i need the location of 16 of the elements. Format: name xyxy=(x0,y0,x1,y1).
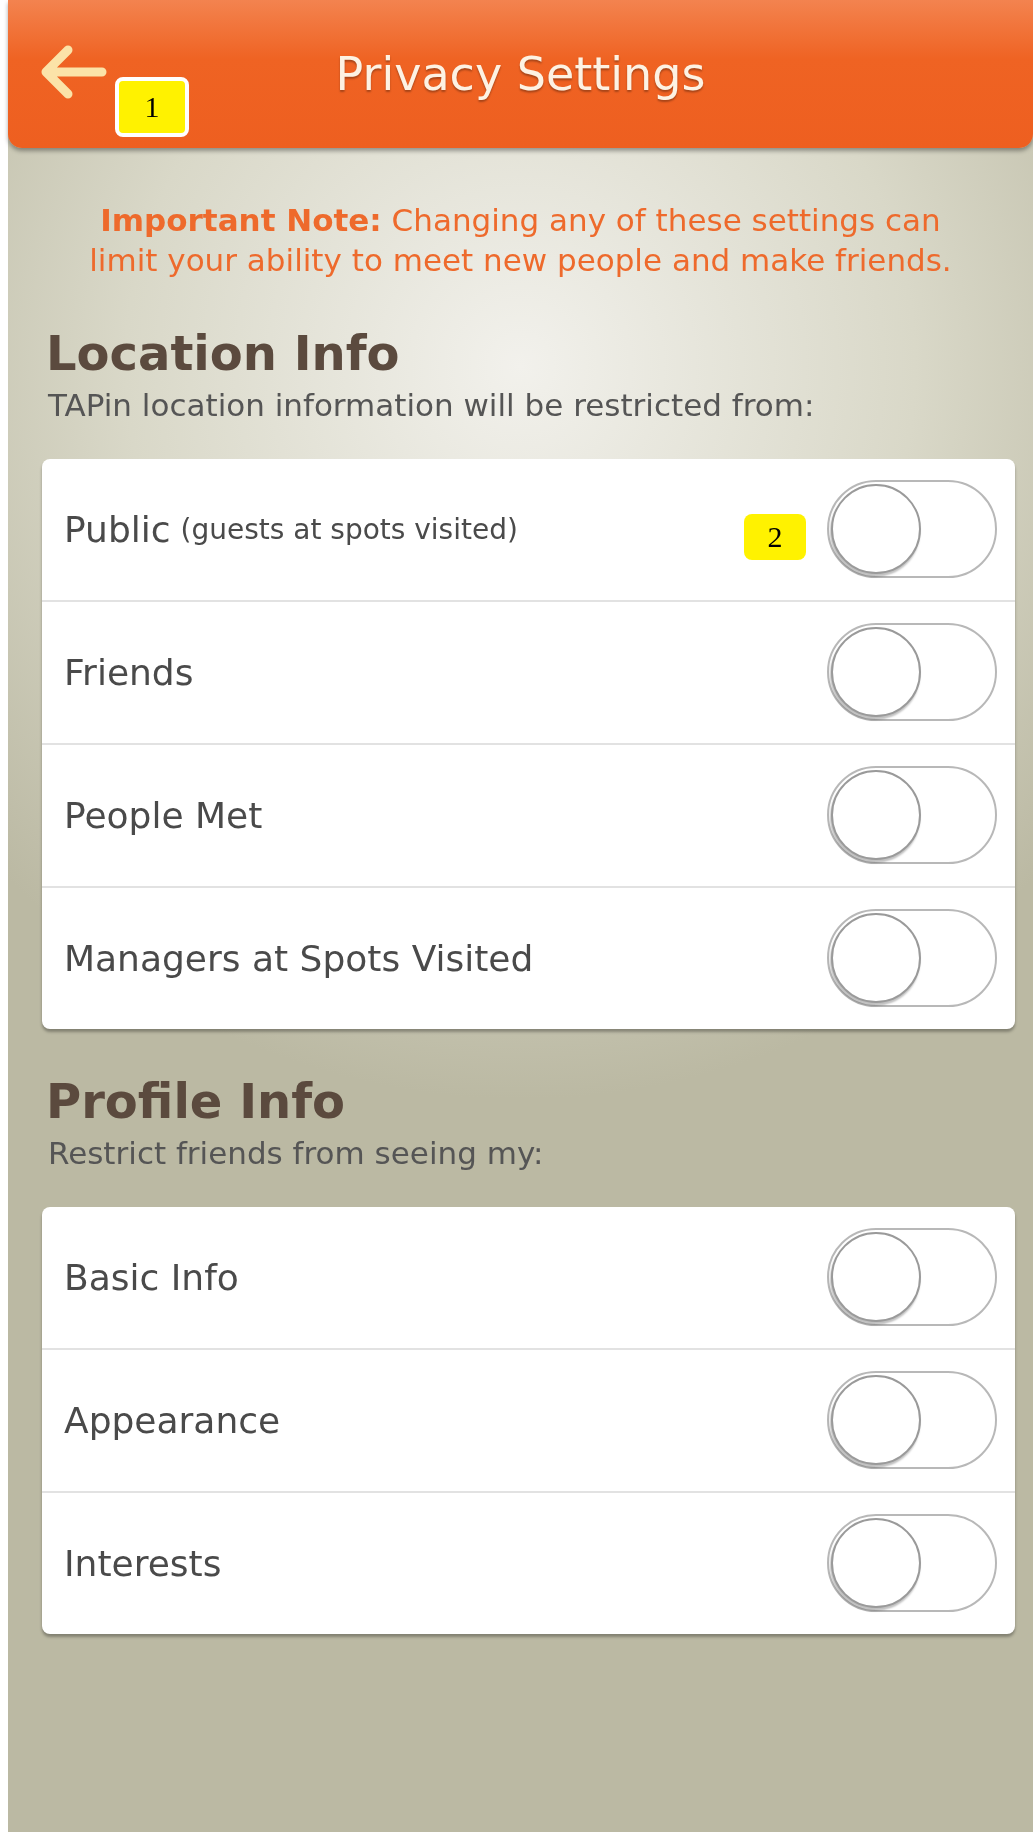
section-title: Profile Info xyxy=(46,1072,346,1129)
section-title: Location Info xyxy=(46,324,401,381)
annotation-badge: 1 xyxy=(115,77,189,137)
annotation-badge: 2 xyxy=(744,514,806,560)
setting-label: People Met xyxy=(64,794,264,836)
setting-label: Managers at Spots Visited xyxy=(64,937,535,979)
section-subtitle: TAPin location information will be restricted from: xyxy=(48,386,816,423)
screen-title: Privacy Settings xyxy=(335,47,706,101)
setting-label: Friends xyxy=(64,651,195,693)
important-note: Important Note: Changing any of these settings can limit your ability to meet new people and make friends. xyxy=(88,201,953,281)
section-subtitle: Restrict friends from seeing my: xyxy=(48,1134,545,1171)
setting-label: Appearance xyxy=(64,1399,282,1441)
setting-label: Public xyxy=(64,508,171,550)
setting-label: Basic Info xyxy=(64,1256,240,1298)
setting-label: Interests xyxy=(64,1542,223,1584)
setting-detail: (guests at spots visited) xyxy=(180,512,518,546)
